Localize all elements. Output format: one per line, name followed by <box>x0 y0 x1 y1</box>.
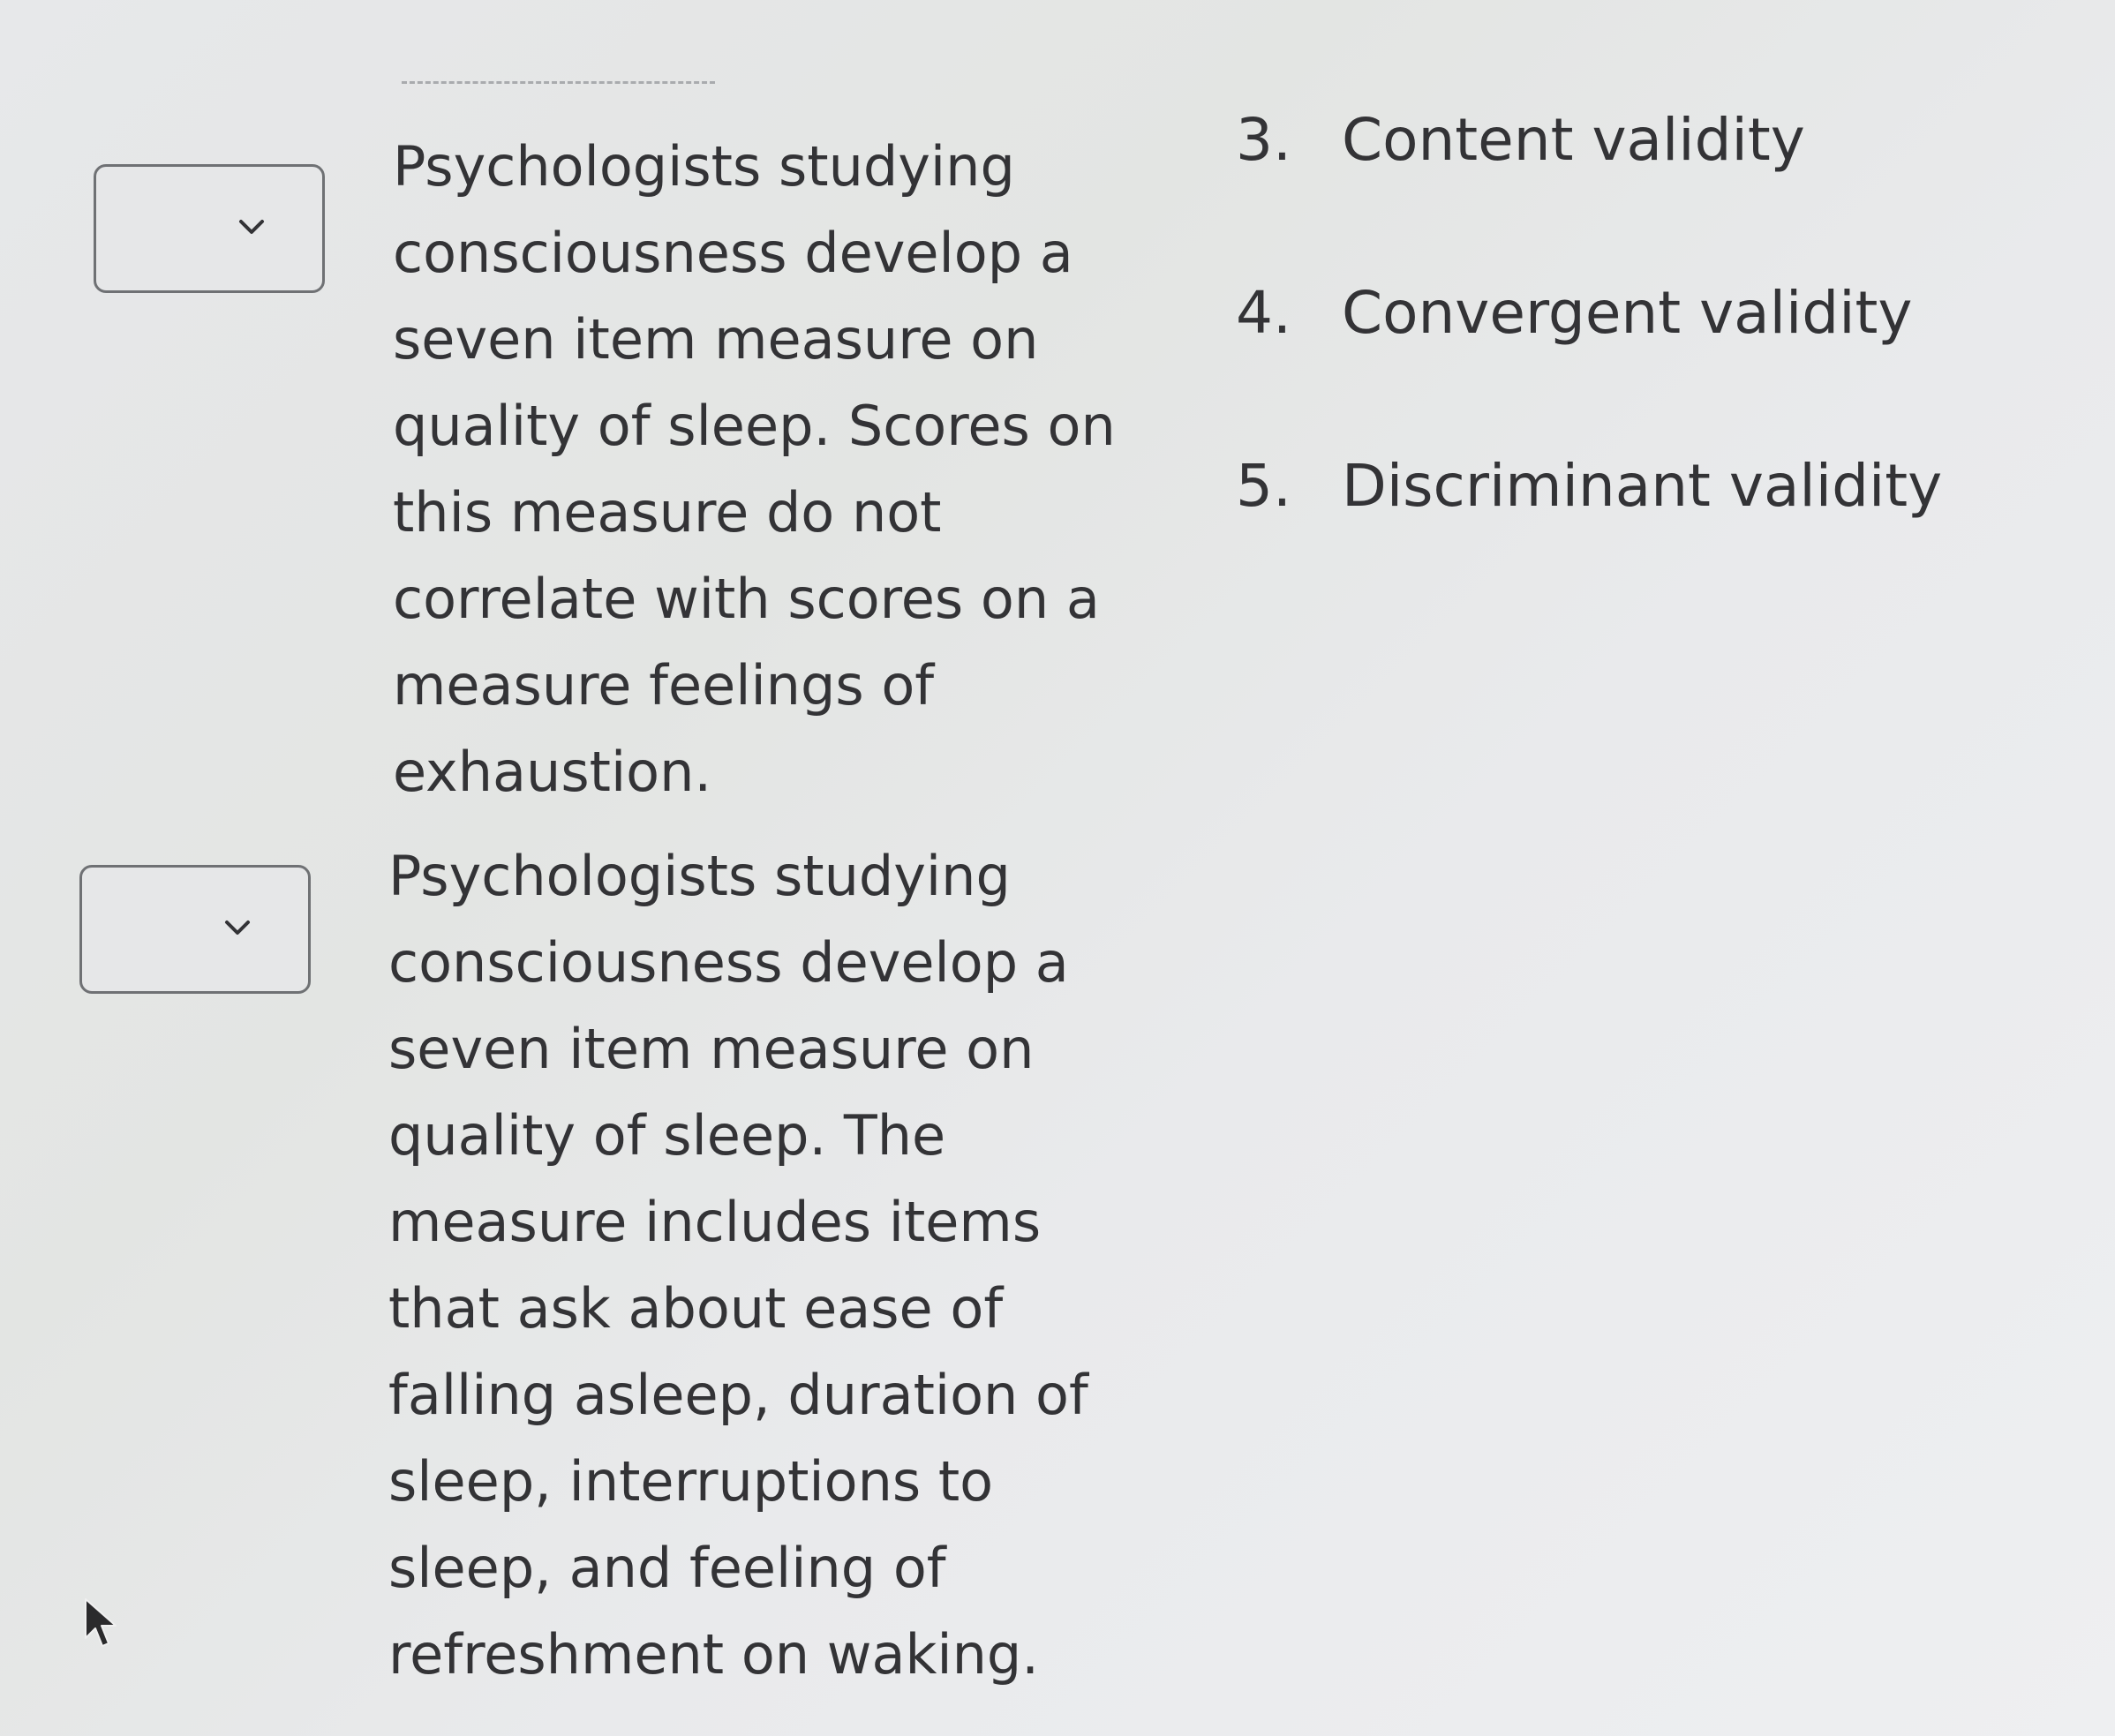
mouse-pointer-icon <box>85 1598 117 1647</box>
answer-option-label: Discriminant validity <box>1342 452 1943 520</box>
answer-option-number: 5. <box>1236 452 1291 520</box>
answer-option: 5. Discriminant validity <box>1236 443 1942 530</box>
match-prompt-1: Psychologists studying consciousness dev… <box>393 134 1116 804</box>
answer-option: 4. Convergent validity <box>1236 270 1942 357</box>
chevron-down-icon <box>239 220 264 234</box>
answer-option-number: 3. <box>1236 106 1291 174</box>
answer-option-number: 4. <box>1236 279 1291 347</box>
match-dropdown-2[interactable] <box>79 865 311 994</box>
answer-option: 3. Content validity <box>1236 97 1942 184</box>
section-divider <box>402 81 715 84</box>
answer-option-label: Content validity <box>1342 106 1805 174</box>
match-dropdown-1[interactable] <box>94 164 325 293</box>
answer-options-list: 3. Content validity 4. Convergent validity… <box>1236 97 1942 616</box>
match-prompt-2: Psychologists studying consciousness dev… <box>388 844 1088 1687</box>
answer-option-label: Convergent validity <box>1342 279 1913 347</box>
chevron-down-icon <box>225 921 250 935</box>
